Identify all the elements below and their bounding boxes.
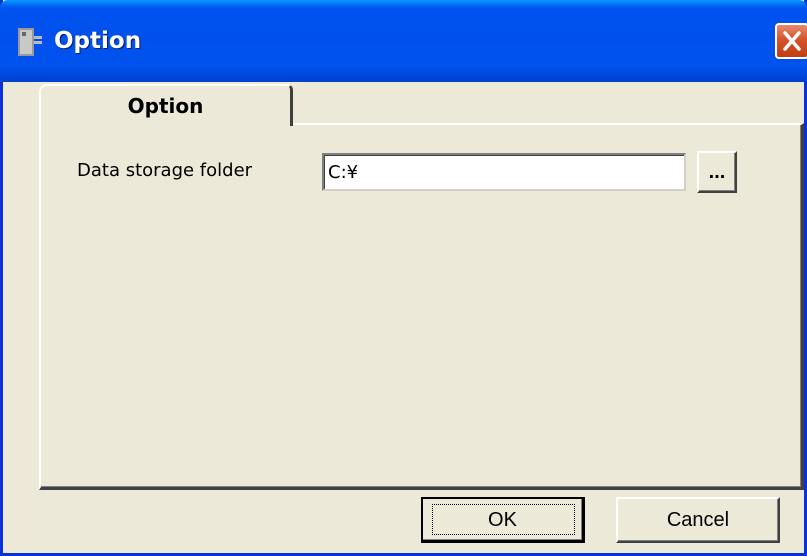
cancel-button[interactable]: Cancel [616, 497, 780, 543]
browse-button[interactable]: ... [697, 151, 737, 193]
tab-option[interactable]: Option [39, 84, 293, 126]
close-button[interactable] [775, 23, 807, 59]
application-icon [18, 28, 42, 56]
tab-label: Option [127, 94, 204, 118]
window-title: Option [54, 28, 142, 54]
close-icon [783, 31, 801, 51]
option-dialog: Option Option Data storage folder ... OK… [0, 0, 807, 556]
data-storage-folder-input[interactable] [322, 153, 686, 191]
title-bar[interactable]: Option [0, 0, 807, 82]
ok-button[interactable]: OK [421, 497, 585, 543]
data-storage-folder-label: Data storage folder [77, 160, 253, 181]
